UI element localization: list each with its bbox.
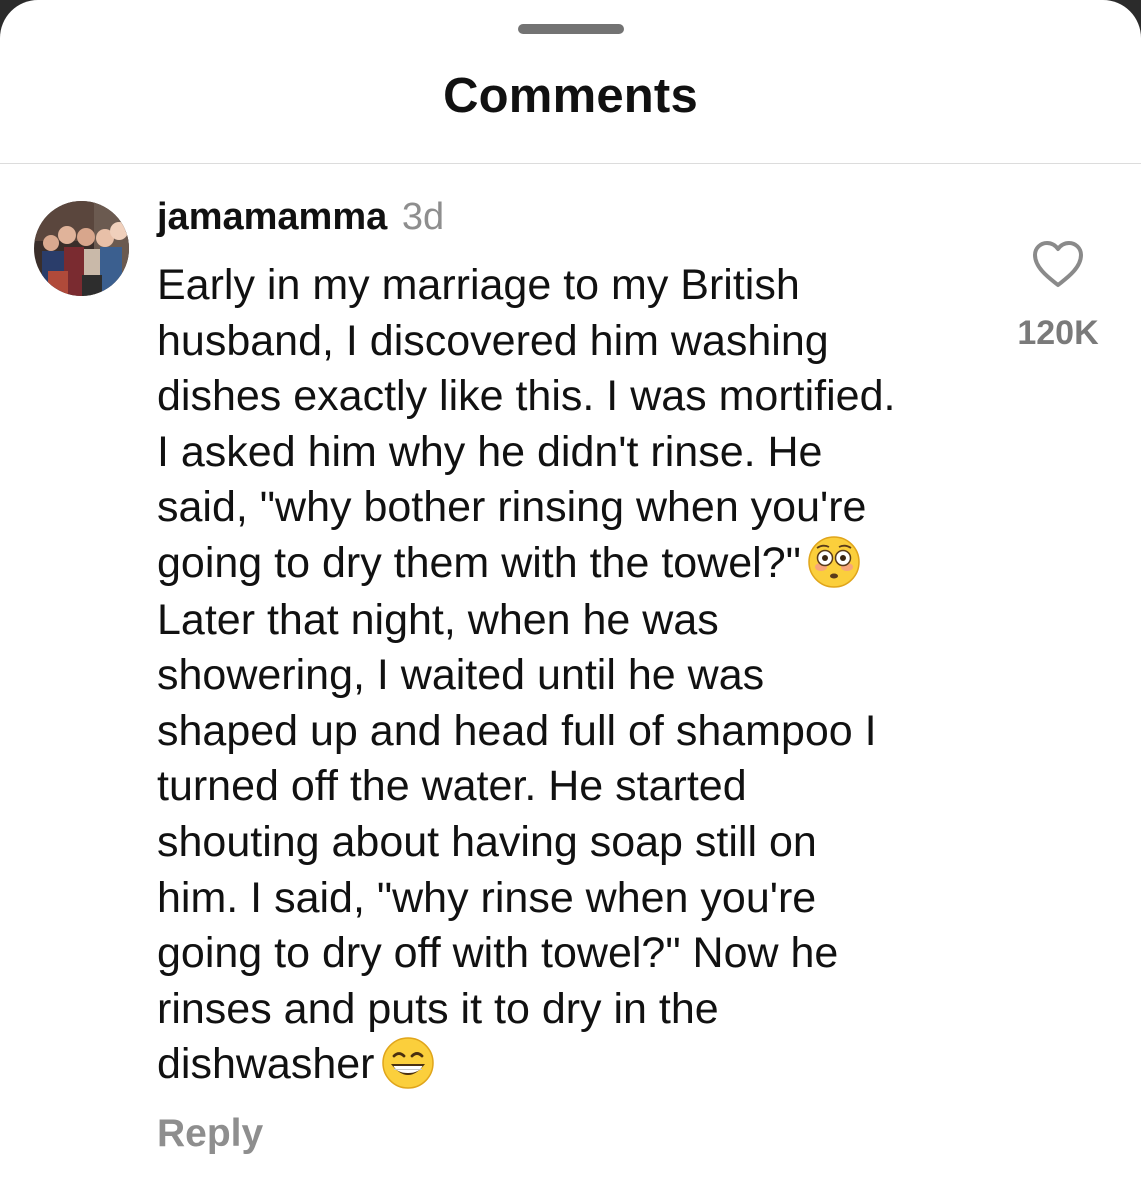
comment-timestamp: 3d xyxy=(401,196,445,238)
header-divider xyxy=(0,163,1141,164)
like-button[interactable] xyxy=(1030,238,1086,290)
comment-username[interactable]: jamamamma xyxy=(157,196,387,238)
comment-text: Early in my marriage to my British husba… xyxy=(157,258,997,1094)
sheet-grabber-handle[interactable] xyxy=(518,24,624,34)
like-count: 120K xyxy=(1017,314,1099,352)
reply-button[interactable]: Reply xyxy=(157,1112,263,1156)
avatar[interactable] xyxy=(34,201,129,296)
sheet-title: Comments xyxy=(443,69,698,123)
avatar-photo xyxy=(34,201,129,296)
comment-text-part-2: Later that night, when he was showering,… xyxy=(157,595,877,1089)
comment-text-part-1: Early in my marriage to my British husba… xyxy=(157,261,896,587)
heart-outline-icon xyxy=(1033,241,1083,287)
comment-header: jamamamma 3d xyxy=(157,196,444,239)
grinning-face-emoji-icon xyxy=(381,1036,435,1090)
flushed-face-emoji-icon xyxy=(807,535,861,589)
comments-sheet: Comments jamamamma 3d Early in my marria… xyxy=(0,0,1141,1200)
